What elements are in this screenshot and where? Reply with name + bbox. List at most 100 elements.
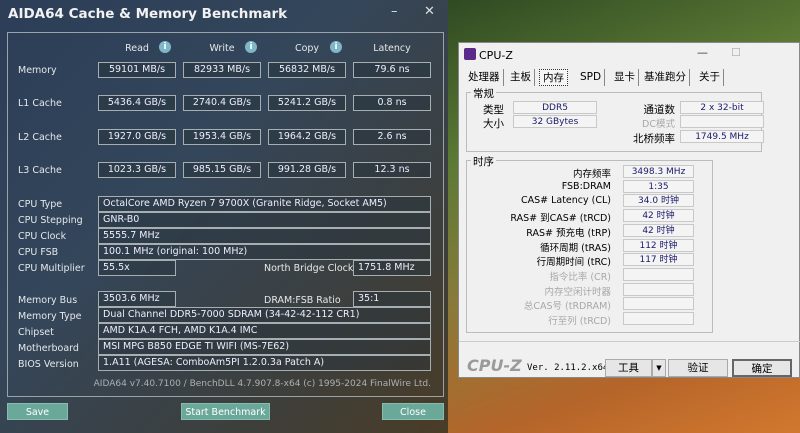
close-button[interactable]: Close [382, 403, 444, 420]
tab-5[interactable]: 基准跑分 [641, 69, 690, 86]
window-title: AIDA64 Cache & Memory Benchmark [8, 6, 288, 22]
dram-ratio-value: 35:1 [353, 291, 431, 307]
timing-label: 循环周期 (tRAS) [540, 242, 611, 254]
cpu-fsb-value: 100.1 MHz (original: 100 MHz) [98, 244, 431, 260]
label: 类型 [483, 104, 504, 116]
label: Memory Bus [18, 295, 78, 306]
channels-field: 2 x 32-bit [680, 101, 764, 114]
minimize-button[interactable]: – [391, 4, 398, 19]
result-value: 59101 MB/s [98, 62, 176, 78]
tab-2[interactable]: 内存 [539, 69, 568, 86]
timing-label: 内存频率 [572, 169, 611, 180]
timing-label: FSB:DRAM [561, 180, 611, 192]
cpuz-logo: CPU-Z [467, 356, 522, 375]
timing-label: 指令比率 (CR) [549, 271, 611, 283]
result-value: 1953.4 GB/s [183, 129, 261, 145]
motherboard-value: MSI MPG B850 EDGE TI WIFI (MS-7E62) [98, 339, 431, 355]
aida64-window: AIDA64 Cache & Memory Benchmark – ✕ Read… [0, 0, 448, 433]
label: 大小 [483, 118, 504, 130]
timing-label: RAS# 预充电 (tRP) [526, 227, 611, 239]
label: Motherboard [18, 343, 79, 354]
timing-label: 行至列 (tRCD) [548, 316, 611, 327]
col-latency: Latency [373, 43, 411, 54]
timing-value: 3498.3 MHz [623, 165, 694, 178]
label: CPU Clock [18, 231, 67, 242]
result-value: 56832 MB/s [268, 62, 346, 78]
footer-copyright: AIDA64 v7.40.7100 / BenchDLL 4.7.907.8-x… [93, 379, 431, 389]
row-label: L1 Cache [18, 98, 62, 109]
result-value: 2.6 ns [353, 129, 431, 145]
bios-value: 1.A11 (AGESA: ComboAm5PI 1.2.0.3a Patch … [98, 355, 431, 371]
divider [459, 341, 800, 342]
cpuz-window: CPU-Z — ☐ 处理器 主板 内存 SPD 显卡 基准跑分 关于 常规 类型 DDR5 … [458, 42, 800, 378]
cpu-multiplier-value: 55.5x [98, 260, 176, 276]
tab-0[interactable]: 处理器 [465, 69, 504, 86]
save-button[interactable]: Save [7, 403, 68, 420]
dc-mode-field [680, 115, 764, 128]
nb-clock-value: 1751.8 MHz [353, 260, 431, 276]
timing-value: 1:35 [623, 179, 694, 193]
result-value: 991.28 GB/s [268, 162, 346, 178]
tab-1[interactable]: 主板 [507, 69, 535, 86]
label: 通道数 [643, 104, 676, 116]
cpu-type-value: OctalCore AMD Ryzen 7 9700X (Granite Rid… [98, 196, 431, 212]
tab-6[interactable]: 关于 [696, 69, 724, 86]
info-icon[interactable]: i [159, 41, 171, 53]
tab-3[interactable]: SPD [577, 69, 606, 86]
close-window-button[interactable]: ✕ [424, 4, 435, 19]
label: DRAM:FSB Ratio [264, 295, 341, 306]
validate-button[interactable]: 验证 [668, 359, 728, 377]
timing-value: 117 时钟 [623, 253, 694, 267]
tools-button[interactable]: 工具 [605, 359, 652, 377]
label: CPU Type [18, 199, 63, 210]
label: CPU FSB [18, 247, 59, 258]
label: BIOS Version [18, 359, 79, 370]
tab-4[interactable]: 显卡 [611, 69, 639, 86]
result-value: 79.6 ns [353, 62, 431, 78]
memory-bus-value: 3503.6 MHz [98, 291, 176, 307]
label: CPU Stepping [18, 215, 83, 226]
timing-value [623, 282, 694, 296]
minimize-button[interactable]: — [697, 46, 708, 59]
label: 北桥频率 [633, 133, 675, 145]
result-value: 2740.4 GB/s [183, 95, 261, 111]
window-title: CPU-Z [479, 49, 513, 62]
label: North Bridge Clock [264, 263, 354, 274]
cpuz-app-icon [464, 48, 476, 60]
label: Chipset [18, 327, 54, 338]
result-value: 12.3 ns [353, 162, 431, 178]
chipset-value: AMD K1A.4 FCH, AMD K1A.4 IMC [98, 323, 431, 339]
start-benchmark-button[interactable]: Start Benchmark [181, 403, 270, 420]
timing-label: RAS# 到CAS# (tRCD) [510, 213, 611, 225]
nb-frequency-field: 1749.5 MHz [680, 130, 764, 143]
timing-label: 内存空闲计时器 [544, 286, 611, 298]
timing-value [623, 267, 694, 281]
row-label: L3 Cache [18, 165, 62, 176]
timing-value: 112 时钟 [623, 238, 694, 252]
row-label: Memory [18, 65, 57, 76]
timing-value: 34.0 时钟 [623, 194, 694, 208]
timing-value [623, 312, 694, 325]
label: Memory Type [18, 311, 82, 322]
info-icon[interactable]: i [245, 41, 257, 53]
timing-value: 42 时钟 [623, 209, 694, 223]
maximize-button[interactable]: ☐ [731, 46, 741, 59]
result-value: 1927.0 GB/s [98, 129, 176, 145]
result-value: 5241.2 GB/s [268, 95, 346, 111]
result-value: 1964.2 GB/s [268, 129, 346, 145]
result-value: 82933 MB/s [183, 62, 261, 78]
row-label: L2 Cache [18, 132, 62, 143]
result-value: 0.8 ns [353, 95, 431, 111]
timing-label: CAS# Latency (CL) [520, 195, 611, 207]
memory-size-field: 32 GBytes [513, 115, 597, 128]
result-value: 985.15 GB/s [183, 162, 261, 178]
group-title: 常规 [471, 86, 496, 101]
timing-value [623, 297, 694, 311]
info-icon[interactable]: i [330, 41, 342, 53]
label: DC模式 [642, 119, 675, 130]
memory-type-field: DDR5 [513, 101, 597, 114]
result-value: 5436.4 GB/s [98, 95, 176, 111]
tools-dropdown-chevron-icon[interactable]: ▼ [652, 359, 666, 377]
timing-label: 总CAS号 (tRDRAM) [523, 301, 611, 313]
ok-button[interactable]: 确定 [732, 359, 792, 377]
